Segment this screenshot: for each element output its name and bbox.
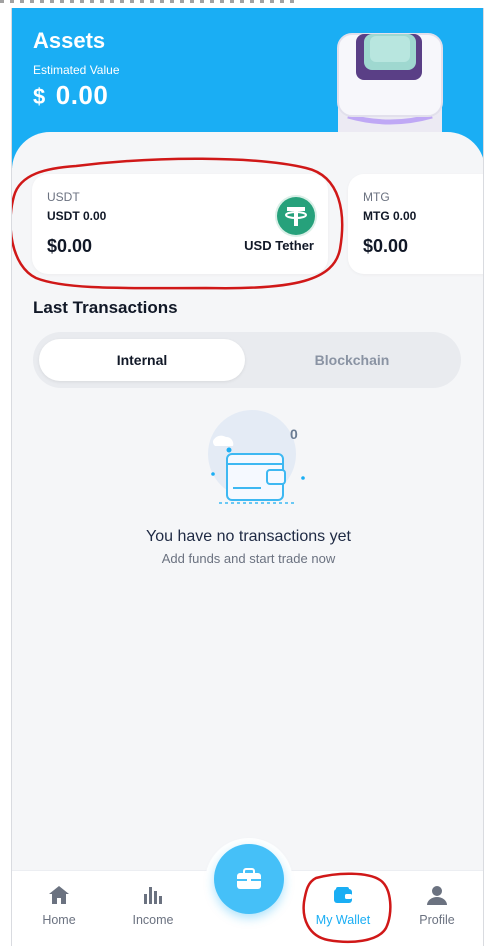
transaction-count: 0 [290,426,298,442]
nav-label: My Wallet [315,913,371,927]
asset-usd-value: $0.00 [47,236,93,256]
nav-label: Home [42,913,76,927]
estimated-value: $0.00 [33,80,108,111]
nav-item-my-wallet[interactable]: My Wallet [303,885,383,927]
asset-balance: MTG 0.00 [363,209,417,223]
asset-balance: USDT 0.00 [47,209,107,223]
tab-blockchain[interactable]: Blockchain [249,339,455,381]
app-frame: Assets Estimated Value $0.00 USDT USDT 0… [11,8,484,946]
page-title: Assets [33,28,106,53]
asset-card-usdt[interactable]: USDT USDT 0.00 $0.00 USD Tether [32,174,328,274]
briefcase-icon [237,868,261,889]
asset-usd-value: $0.00 [363,236,409,256]
estimated-value-label: Estimated Value [33,63,120,77]
tether-logo-icon [277,197,315,235]
nav-item-profile[interactable]: Profile [397,885,477,927]
transaction-type-switch: Internal Blockchain [33,332,461,388]
asset-symbol: MTG [363,190,390,204]
home-icon [49,886,69,904]
nav-item-income[interactable]: Income [113,885,193,927]
asset-card-mtg[interactable]: MTG MTG 0.00 $0.00 [348,174,483,274]
empty-state-subtitle: Add funds and start trade now [161,551,336,566]
asset-symbol: USDT [47,190,80,204]
wallet-icon [334,887,352,903]
currency-symbol: $ [33,84,46,109]
empty-wallet-illustration-icon [208,410,305,504]
last-transactions-title: Last Transactions [33,298,178,317]
top-strip [0,0,492,8]
estimated-amount: 0.00 [55,80,109,110]
nav-item-home[interactable]: Home [19,885,99,927]
asset-name: USD Tether [244,238,314,253]
empty-state-title: You have no transactions yet [146,528,351,545]
nav-label: Income [132,913,174,927]
tab-internal[interactable]: Internal [39,339,245,381]
bar-chart-icon [144,887,162,904]
trade-action-button[interactable] [214,844,284,914]
user-icon [427,886,447,905]
nav-label: Profile [419,913,455,927]
